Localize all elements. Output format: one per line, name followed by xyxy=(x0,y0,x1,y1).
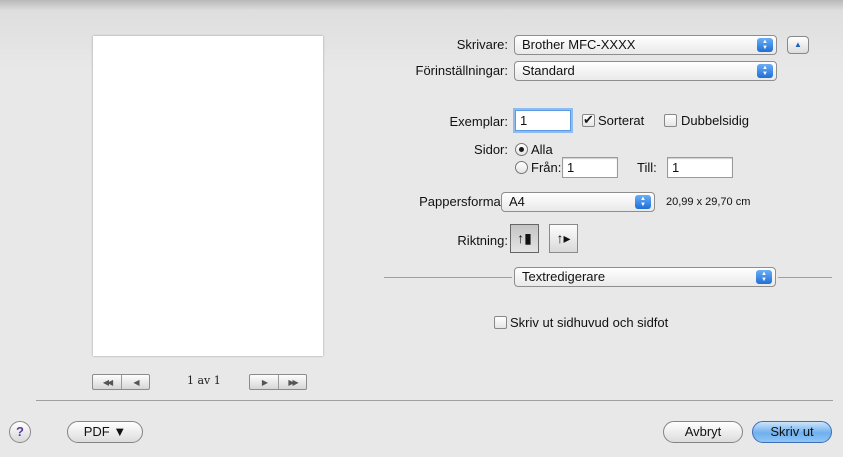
pages-from-label: Från: xyxy=(531,160,562,175)
cancel-button[interactable]: Avbryt xyxy=(663,421,743,443)
chevron-up-icon: ▲ xyxy=(794,40,802,49)
section-divider-left xyxy=(384,277,512,278)
portrait-orientation-button[interactable]: ↑▮ xyxy=(510,224,539,253)
pages-all-label: Alla xyxy=(531,142,553,157)
help-button[interactable]: ? xyxy=(9,421,31,443)
preview-back-nav: ◀◀ ◀ xyxy=(92,374,150,390)
help-icon: ? xyxy=(16,424,24,439)
popup-arrows-icon: ▲ ▼ xyxy=(756,270,772,284)
orientation-label: Riktning: xyxy=(457,233,508,248)
collapse-details-button[interactable]: ▲ xyxy=(787,36,809,54)
pages-range-radio[interactable] xyxy=(515,161,528,174)
pages-label: Sidor: xyxy=(474,142,508,157)
copies-label: Exemplar: xyxy=(449,114,508,129)
presets-label: Förinställningar: xyxy=(415,63,509,78)
duplex-label: Dubbelsidig xyxy=(681,113,749,128)
presets-popup[interactable]: Standard ▲ ▼ xyxy=(514,61,777,81)
paper-size-popup[interactable]: A4 ▲ ▼ xyxy=(501,192,655,212)
printer-value: Brother MFC-XXXX xyxy=(522,37,636,52)
popup-arrows-icon: ▲ ▼ xyxy=(757,38,773,52)
sheet-title-edge xyxy=(0,0,843,10)
next-page-button[interactable]: ▶ xyxy=(250,375,278,389)
print-button[interactable]: Skriv ut xyxy=(752,421,832,443)
preview-forward-nav: ▶ ▶▶ xyxy=(249,374,307,390)
pages-from-field[interactable]: 1 xyxy=(562,157,618,178)
previous-page-icon: ◀ xyxy=(133,377,139,387)
duplex-checkbox[interactable] xyxy=(664,114,677,127)
pages-to-label: Till: xyxy=(637,160,657,175)
last-page-icon: ▶▶ xyxy=(288,377,298,387)
landscape-orientation-button[interactable]: ↑▸ xyxy=(549,224,578,253)
presets-value: Standard xyxy=(522,63,575,78)
landscape-icon: ↑▸ xyxy=(556,230,571,246)
first-page-icon: ◀◀ xyxy=(102,377,113,387)
first-page-button[interactable]: ◀◀ xyxy=(93,375,121,389)
paper-size-label: Pappersformat: xyxy=(419,194,508,209)
portrait-icon: ↑▮ xyxy=(517,230,532,246)
page-indicator: 1 av 1 xyxy=(187,374,221,387)
pages-to-field[interactable]: 1 xyxy=(667,157,733,178)
paper-size-value: A4 xyxy=(509,194,525,209)
collated-checkbox[interactable] xyxy=(582,112,595,128)
paper-dimensions: 20,99 x 29,70 cm xyxy=(666,196,751,208)
collated-label: Sorterat xyxy=(598,113,645,128)
pdf-button[interactable]: PDF ▼ xyxy=(67,421,143,443)
popup-arrows-icon: ▲ ▼ xyxy=(635,195,651,209)
printer-label: Skrivare: xyxy=(456,37,508,52)
footer-divider xyxy=(36,400,833,401)
section-divider-right xyxy=(778,277,832,278)
print-preview-page xyxy=(93,36,323,356)
printer-popup[interactable]: Brother MFC-XXXX ▲ ▼ xyxy=(514,35,777,55)
pages-all-radio[interactable] xyxy=(515,143,528,156)
popup-arrows-icon: ▲ ▼ xyxy=(757,64,773,78)
section-value: Textredigerare xyxy=(522,269,606,284)
last-page-button[interactable]: ▶▶ xyxy=(278,375,306,389)
previous-page-button[interactable]: ◀ xyxy=(121,375,149,389)
copies-field[interactable]: 1 xyxy=(515,110,571,131)
header-footer-label: Skriv ut sidhuvud och sidfot xyxy=(510,315,669,330)
next-page-icon: ▶ xyxy=(261,377,268,387)
section-popup[interactable]: Textredigerare ▲ ▼ xyxy=(514,267,776,287)
header-footer-checkbox[interactable] xyxy=(494,316,507,329)
